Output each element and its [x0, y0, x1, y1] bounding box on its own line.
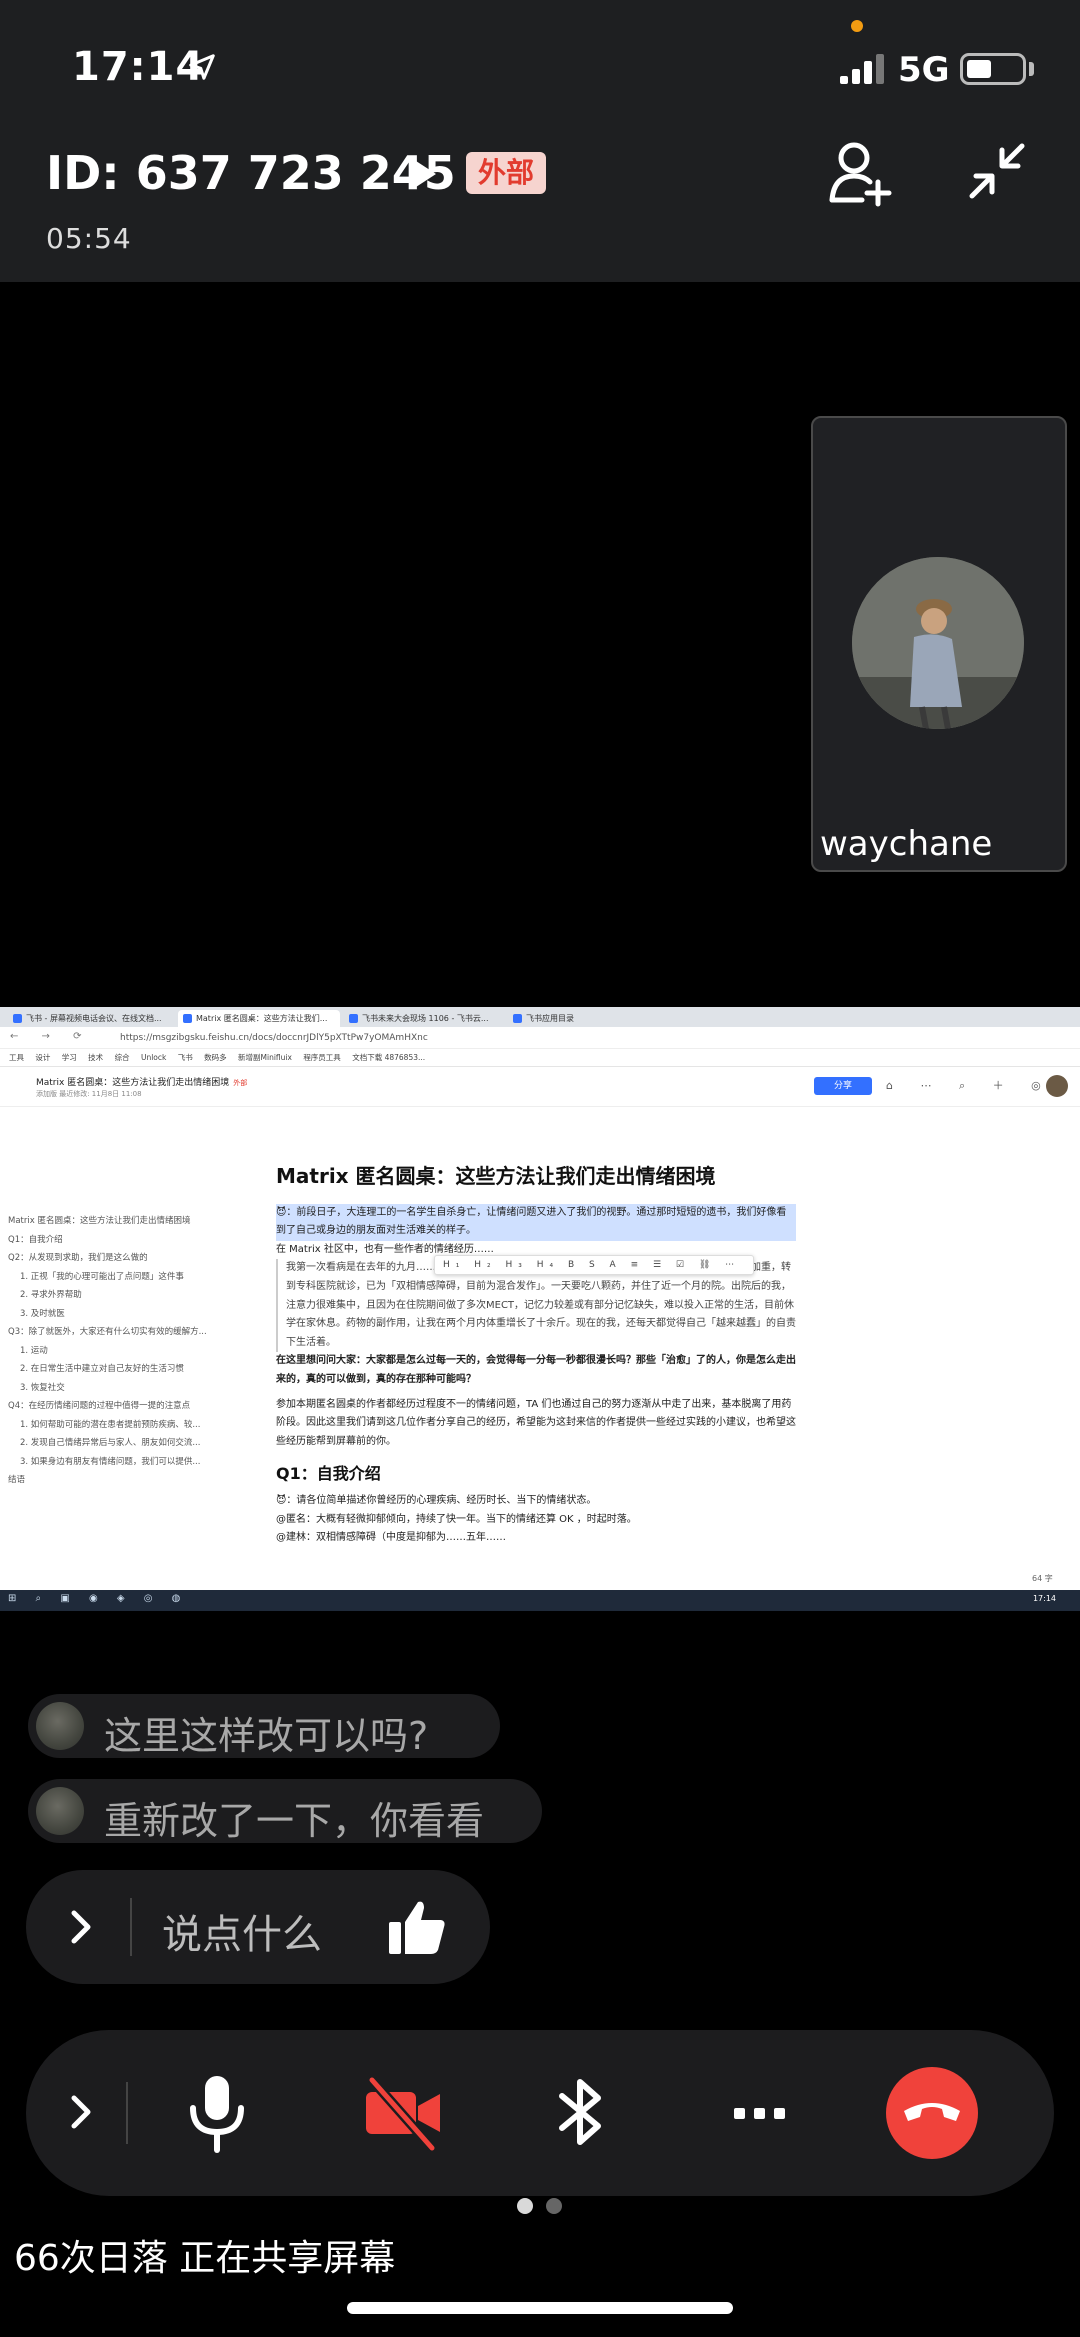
chevron-right-icon[interactable] — [66, 2092, 96, 2132]
toc-item[interactable]: 1. 运动 — [8, 1342, 233, 1361]
location-arrow-icon — [189, 54, 215, 80]
chat-message-text: 重新改了一下，你看看 — [104, 1799, 485, 1843]
doc-paragraph[interactable]: 参加本期匿名圆桌的作者都经历过程度不一的情绪问题，TA 们也通过自己的努力逐渐从… — [276, 1396, 796, 1452]
bookmark[interactable]: 程序员工具 — [303, 1049, 341, 1066]
doc-paragraph[interactable]: 😈：请各位简单描述你曾经历的心理疾病、经历时长、当下的情绪状态。 — [276, 1492, 796, 1511]
toc-item[interactable]: 1. 如何帮助可能的潜在患者提前预防疾病、较... — [8, 1416, 233, 1435]
doc-paragraph[interactable]: @建林：双相情感障碍（中度是抑郁为……五年…… — [276, 1529, 796, 1548]
network-type: 5G — [898, 50, 950, 90]
word-count: 64 字 — [1032, 1574, 1053, 1583]
cellular-signal-icon — [840, 54, 884, 84]
bookmark[interactable]: 飞书 — [178, 1049, 193, 1066]
external-badge: 外部 — [466, 152, 547, 194]
battery-tip — [1029, 62, 1034, 76]
bookmark[interactable]: 数码多 — [204, 1049, 227, 1066]
bookmark[interactable]: 设计 — [35, 1049, 50, 1066]
toc-item[interactable]: Q1：自我介绍 — [8, 1231, 233, 1250]
chat-input[interactable]: 说点什么 — [162, 1902, 322, 1960]
battery-icon — [960, 53, 1026, 85]
browser-tab-active[interactable]: Matrix 匿名圆桌：这些方法让我们... — [178, 1010, 340, 1027]
privacy-indicator-dot — [851, 20, 863, 32]
browser-addressbar: ← → ⟳ https://msgzibgsku.feishu.cn/docs/… — [0, 1027, 1080, 1049]
bookmark[interactable]: 工具 — [9, 1049, 24, 1066]
toc-item[interactable]: 2. 在日常生活中建立对自己友好的生活习惯 — [8, 1360, 233, 1379]
bookmark[interactable]: Unlock — [141, 1049, 166, 1066]
camera-off-icon[interactable] — [360, 2070, 446, 2156]
taskbar-time: 17:14 — [1032, 1594, 1056, 1603]
browser-tab[interactable]: 飞书 - 屏幕视频电话会议、在线文档... — [8, 1010, 176, 1027]
toc-item[interactable]: 3. 及时就医 — [8, 1305, 233, 1324]
doc-title: Matrix 匿名圆桌：这些方法让我们走出情绪困境 — [276, 1164, 716, 1188]
chat-input-bar[interactable]: 说点什么 — [26, 1870, 490, 1984]
chat-message-text: 这里这样改可以吗? — [104, 1714, 429, 1758]
meeting-id[interactable]: ID: 637 723 245 — [46, 146, 456, 200]
meeting-timer: 05:54 — [46, 222, 132, 255]
doc-heading: Q1：自我介绍 — [276, 1464, 381, 1484]
status-bar: 17:14 5G — [0, 0, 1080, 140]
doc-paragraph[interactable]: @匿名：大概有轻微抑郁倾向，持续了快一年。当下的情绪还算 OK ，时起时落。 — [276, 1511, 796, 1530]
sharing-status: 66次日落 正在共享屏幕 — [14, 2238, 396, 2279]
doc-paragraph[interactable]: 在这里想问问大家：大家都是怎么过每一天的，会觉得每一分每一秒都很漫长吗？那些「治… — [276, 1352, 796, 1389]
bookmark[interactable]: 新增副Minifluix — [238, 1049, 292, 1066]
browser-tab[interactable]: 飞书应用目录 — [508, 1010, 668, 1027]
call-header: 17:14 5G ID: 637 723 245 外部 05:54 — [0, 0, 1080, 282]
bluetooth-icon[interactable] — [538, 2070, 624, 2156]
more-options-icon[interactable] — [716, 2070, 802, 2156]
toc-item[interactable]: Q2：从发现到求助，我们是这么做的 — [8, 1249, 233, 1268]
bookmark[interactable]: 文档下载 4876853... — [352, 1049, 425, 1066]
hang-up-button[interactable] — [886, 2067, 978, 2159]
bookmark[interactable]: 综合 — [115, 1049, 130, 1066]
divider — [126, 2082, 128, 2144]
chat-avatar — [36, 1702, 84, 1750]
chevron-right-icon[interactable] — [66, 1908, 96, 1946]
doc-paragraph[interactable]: 😈：前段日子，大连理工的一名学生自杀身亡，让情绪问题又进入了我们的视野。通过那时… — [276, 1203, 796, 1241]
toc-item[interactable]: Matrix 匿名圆桌：这些方法让我们走出情绪困境 — [8, 1212, 233, 1231]
minimize-window-icon[interactable] — [966, 140, 1028, 202]
windows-taskbar: ⊞ ⌕ ▣ ◉ ◈ ◎ ◍ 17:14 — [0, 1590, 1080, 1611]
browser-tabbar: 飞书 - 屏幕视频电话会议、在线文档... Matrix 匿名圆桌：这些方法让我… — [0, 1007, 1080, 1027]
toc-item[interactable]: 3. 如果身边有朋友有情绪问题，我们可以提供... — [8, 1453, 233, 1472]
url-field[interactable]: https://msgzibgsku.feishu.cn/docs/doccnr… — [120, 1031, 740, 1046]
bookmark[interactable]: 学习 — [62, 1049, 77, 1066]
doc-toc: Matrix 匿名圆桌：这些方法让我们走出情绪困境 Q1：自我介绍 Q2：从发现到求… — [8, 1212, 233, 1490]
browser-tab[interactable]: 飞书未来大会现场 1106 - 飞书云... — [344, 1010, 504, 1027]
page-indicator — [546, 2198, 562, 2214]
call-controls — [26, 2030, 1054, 2196]
home-indicator[interactable] — [347, 2302, 733, 2314]
bookmarks-bar: 工具 设计 学习 技术 综合 Unlock 飞书 数码多 新增副Miniflui… — [0, 1049, 1080, 1067]
doc-header: Matrix 匿名圆桌：这些方法让我们走出情绪困境 外部 添加版 最近修改: 11… — [0, 1067, 1080, 1107]
chat-message[interactable]: 重新改了一下，你看看 — [28, 1779, 542, 1843]
format-toolbar[interactable]: H₁ H₂ H₃ H₄ B S A ≡ ☰ ☑ ⛓ ⋯ — [434, 1255, 754, 1275]
participant-name: waychane — [820, 824, 993, 864]
toc-item[interactable]: 3. 恢复社交 — [8, 1379, 233, 1398]
user-avatar[interactable] — [1046, 1075, 1068, 1097]
add-participant-icon[interactable] — [826, 138, 896, 208]
browser-nav-buttons[interactable]: ← → ⟳ — [10, 1031, 92, 1042]
meeting-info-arrow-icon[interactable] — [412, 158, 440, 190]
chat-avatar — [36, 1787, 84, 1835]
bookmark[interactable]: 技术 — [88, 1049, 103, 1066]
toc-item[interactable]: 结语 — [8, 1471, 233, 1490]
taskbar-icons[interactable]: ⊞ ⌕ ▣ ◉ ◈ ◎ ◍ — [8, 1593, 188, 1604]
microphone-icon[interactable] — [174, 2070, 260, 2156]
thumbs-up-icon[interactable] — [386, 1896, 448, 1958]
doc-body: Matrix 匿名圆桌：这些方法让我们走出情绪困境 😈：前段日子，大连理工的一名… — [276, 1164, 796, 1548]
toc-item[interactable]: 1. 正视「我的心理可能出了点问题」这件事 — [8, 1268, 233, 1287]
participant-avatar — [852, 557, 1024, 729]
status-time: 17:14 — [72, 44, 205, 90]
shared-screen: 飞书 - 屏幕视频电话会议、在线文档... Matrix 匿名圆桌：这些方法让我… — [0, 1007, 1080, 1611]
doc-toolbar-icons[interactable]: ⌂ ⋯ ⌕ ＋ ◎ — [886, 1077, 1053, 1093]
phone-hangup-icon — [904, 2103, 960, 2121]
toc-item[interactable]: 2. 寻求外界帮助 — [8, 1286, 233, 1305]
toc-item[interactable]: 2. 发现自己情绪异常后与家人、朋友如何交流... — [8, 1434, 233, 1453]
toc-item[interactable]: Q3：除了就医外，大家还有什么切实有效的缓解方... — [8, 1323, 233, 1342]
divider — [130, 1898, 132, 1956]
doc-header-subtitle: 添加版 最近修改: 11月8日 11:08 — [36, 1090, 142, 1098]
toc-item[interactable]: Q4：在经历情绪问题的过程中值得一提的注意点 — [8, 1397, 233, 1416]
doc-share-button[interactable]: 分享 — [814, 1077, 872, 1095]
chat-message[interactable]: 这里这样改可以吗? — [28, 1694, 500, 1758]
doc-header-title: Matrix 匿名圆桌：这些方法让我们走出情绪困境 外部 — [36, 1078, 248, 1088]
page-indicator-active — [517, 2198, 533, 2214]
